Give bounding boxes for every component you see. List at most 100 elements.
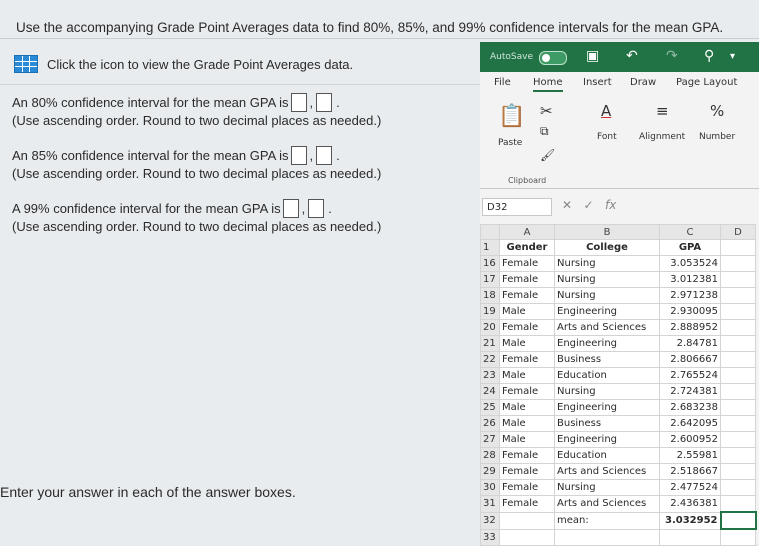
cell[interactable] xyxy=(720,303,756,320)
college-cell[interactable]: Engineering xyxy=(554,431,660,448)
cell[interactable] xyxy=(720,463,756,480)
format-painter-icon[interactable]: 🖌 xyxy=(540,148,555,162)
college-cell[interactable]: Engineering xyxy=(554,303,660,320)
gender-cell[interactable]: Female xyxy=(499,351,555,368)
table-row[interactable]: 23 Male Education 2.765524 xyxy=(480,367,756,384)
table-row[interactable]: 21 Male Engineering 2.84781 xyxy=(480,335,756,352)
row-header[interactable]: 32 xyxy=(480,511,500,530)
row-header[interactable]: 1 xyxy=(480,239,500,256)
gender-cell[interactable]: Male xyxy=(499,415,555,432)
table-row[interactable]: 17 Female Nursing 3.012381 xyxy=(480,271,756,288)
number-label[interactable]: Number xyxy=(699,132,735,142)
gpa-cell[interactable]: 2.518667 xyxy=(659,463,721,480)
cell[interactable] xyxy=(720,431,756,448)
table-row[interactable]: 27 Male Engineering 2.600952 xyxy=(480,431,756,448)
gender-cell[interactable]: Male xyxy=(499,303,555,320)
college-cell[interactable]: Education xyxy=(554,447,660,464)
ci-80-lower-input[interactable] xyxy=(290,93,307,112)
gpa-cell[interactable]: 3.053524 xyxy=(659,255,721,272)
menu-page-layout[interactable]: Page Layout xyxy=(676,77,737,88)
college-cell[interactable]: Nursing xyxy=(554,271,660,288)
mean-label[interactable]: mean: xyxy=(554,511,660,530)
ci-85-lower-input[interactable] xyxy=(290,146,307,165)
header-gender[interactable]: Gender xyxy=(499,239,555,256)
row-header[interactable]: 29 xyxy=(480,463,500,480)
gpa-cell[interactable]: 2.642095 xyxy=(659,415,721,432)
gender-cell[interactable]: Male xyxy=(499,335,555,352)
row-header[interactable]: 22 xyxy=(480,351,500,368)
column-header[interactable]: C xyxy=(659,224,721,240)
cell[interactable] xyxy=(720,239,756,256)
gender-cell[interactable]: Male xyxy=(499,399,555,416)
row-header[interactable]: 31 xyxy=(480,495,500,513)
gender-cell[interactable]: Female xyxy=(499,479,555,496)
menu-draw[interactable]: Draw xyxy=(630,77,656,88)
row-header[interactable]: 16 xyxy=(480,255,500,272)
row-header[interactable]: 30 xyxy=(480,479,500,496)
gpa-cell[interactable]: 2.930095 xyxy=(659,303,721,320)
menu-file[interactable]: File xyxy=(494,77,511,88)
college-cell[interactable]: Business xyxy=(554,351,660,368)
ci-99-lower-input[interactable] xyxy=(282,199,299,218)
chevron-down-icon[interactable]: ▾ xyxy=(730,51,735,62)
cell[interactable] xyxy=(720,271,756,288)
row-header[interactable]: 23 xyxy=(480,367,500,384)
gpa-cell[interactable]: 2.765524 xyxy=(659,367,721,384)
cell[interactable] xyxy=(720,479,756,496)
college-cell[interactable]: Arts and Sciences xyxy=(554,495,660,513)
ci-99-upper-input[interactable] xyxy=(308,199,325,218)
column-header[interactable]: B xyxy=(554,224,660,240)
header-college[interactable]: College xyxy=(554,239,660,256)
paste-icon[interactable]: 📋 xyxy=(498,104,525,129)
alignment-label[interactable]: Alignment xyxy=(639,132,685,142)
gpa-cell[interactable]: 2.971238 xyxy=(659,287,721,304)
table-row[interactable]: 28 Female Education 2.55981 xyxy=(480,447,756,464)
gender-cell[interactable]: Female xyxy=(499,463,555,480)
formula-bar[interactable]: ✕ ✓ fx xyxy=(562,198,616,212)
name-box[interactable]: D32 xyxy=(482,198,552,216)
table-row[interactable]: 26 Male Business 2.642095 xyxy=(480,415,756,432)
row-header[interactable]: 17 xyxy=(480,271,500,288)
table-row[interactable]: 29 Female Arts and Sciences 2.518667 xyxy=(480,463,756,480)
cell[interactable] xyxy=(720,335,756,352)
gpa-cell[interactable]: 2.806667 xyxy=(659,351,721,368)
gender-cell[interactable]: Male xyxy=(499,431,555,448)
cell[interactable] xyxy=(720,495,756,513)
college-cell[interactable]: Engineering xyxy=(554,335,660,352)
table-row[interactable]: 30 Female Nursing 2.477524 xyxy=(480,479,756,496)
cell[interactable] xyxy=(720,287,756,304)
table-row[interactable]: 24 Female Nursing 2.724381 xyxy=(480,383,756,400)
select-all-corner[interactable] xyxy=(480,224,500,240)
college-cell[interactable]: Nursing xyxy=(554,287,660,304)
menu-insert[interactable]: Insert xyxy=(583,77,612,88)
gender-cell[interactable]: Female xyxy=(499,271,555,288)
table-row[interactable]: 20 Female Arts and Sciences 2.888952 xyxy=(480,319,756,336)
gpa-cell[interactable]: 2.600952 xyxy=(659,431,721,448)
gender-cell[interactable]: Female xyxy=(499,287,555,304)
gender-cell[interactable]: Female xyxy=(499,495,555,513)
college-cell[interactable]: Business xyxy=(554,415,660,432)
row-header[interactable]: 24 xyxy=(480,383,500,400)
college-cell[interactable]: Nursing xyxy=(554,383,660,400)
college-cell[interactable]: Nursing xyxy=(554,479,660,496)
cell[interactable] xyxy=(720,255,756,272)
redo-icon[interactable]: ↷ xyxy=(666,48,678,64)
row-header[interactable]: 27 xyxy=(480,431,500,448)
confirm-icon[interactable]: ✓ xyxy=(584,198,594,212)
save-icon[interactable]: ▣ xyxy=(586,48,599,64)
table-row[interactable]: 16 Female Nursing 3.053524 xyxy=(480,255,756,272)
ci-85-upper-input[interactable] xyxy=(316,146,333,165)
spreadsheet[interactable]: A B C D 1 Gender College GPA 16 Female Nur… xyxy=(480,224,759,546)
cell[interactable] xyxy=(720,399,756,416)
autosave-toggle[interactable] xyxy=(539,51,567,65)
college-cell[interactable]: Arts and Sciences xyxy=(554,319,660,336)
cell[interactable] xyxy=(659,528,721,546)
gpa-cell[interactable]: 2.477524 xyxy=(659,479,721,496)
cell[interactable] xyxy=(720,319,756,336)
table-row[interactable]: 31 Female Arts and Sciences 2.436381 xyxy=(480,495,756,513)
row-header[interactable]: 26 xyxy=(480,415,500,432)
font-icon[interactable]: A xyxy=(601,102,611,120)
cell[interactable] xyxy=(720,528,756,546)
cell[interactable] xyxy=(499,511,555,530)
college-cell[interactable]: Engineering xyxy=(554,399,660,416)
